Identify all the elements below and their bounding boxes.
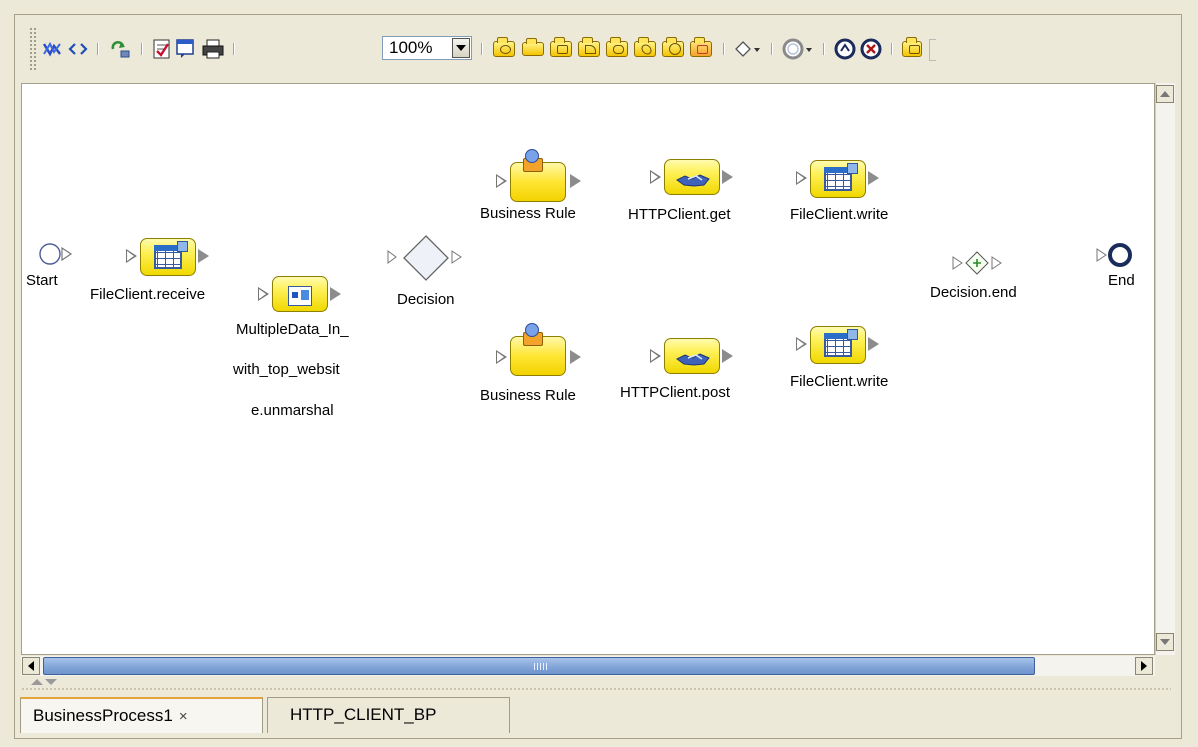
fileclient-write-bottom-label: FileClient.write bbox=[790, 373, 889, 390]
zoom-value: 100% bbox=[389, 38, 433, 57]
business-rule-bottom-label: Business Rule bbox=[480, 387, 576, 404]
httpclient-post-activity[interactable] bbox=[650, 337, 742, 377]
tab-label: HTTP_CLIENT_BP bbox=[290, 705, 437, 724]
start-label: Start bbox=[26, 272, 58, 289]
close-icon[interactable]: × bbox=[179, 708, 188, 725]
file-client-icon bbox=[824, 163, 858, 191]
horizontal-scroll-thumb[interactable] bbox=[43, 657, 1035, 675]
process-canvas[interactable]: Start FileClient.receive MultipleData_In… bbox=[21, 83, 1155, 655]
scroll-right-button[interactable] bbox=[1135, 657, 1153, 675]
tab-scroll-arrows-icon[interactable] bbox=[29, 677, 59, 687]
code-icon[interactable] bbox=[67, 38, 89, 60]
toolbar-separator bbox=[823, 43, 825, 55]
file-client-icon bbox=[154, 241, 188, 269]
assign-activity-icon[interactable] bbox=[520, 38, 546, 60]
httpclient-get-activity[interactable] bbox=[650, 158, 742, 198]
business-rule-icon bbox=[525, 149, 539, 163]
fileclient-write-top-label: FileClient.write bbox=[790, 206, 889, 223]
business-rule-icon bbox=[525, 323, 539, 337]
map-icon[interactable] bbox=[41, 38, 63, 60]
toolbar-separator bbox=[97, 43, 99, 55]
timer-activity-icon[interactable] bbox=[660, 37, 686, 60]
arrow-left-icon bbox=[28, 661, 34, 671]
tab-divider bbox=[21, 687, 1171, 691]
toolbar-separator bbox=[891, 43, 893, 55]
arrow-up-icon bbox=[1160, 91, 1170, 97]
unmarshal-label-line-3: e.unmarshal bbox=[251, 402, 334, 419]
business-process-editor: 100% Start FileClient.receive MultipleDa… bbox=[14, 14, 1182, 739]
httpclient-post-label: HTTPClient.post bbox=[620, 384, 731, 401]
arrow-down-icon bbox=[1160, 639, 1170, 645]
end-event[interactable] bbox=[1096, 242, 1136, 273]
scope-icon[interactable] bbox=[899, 37, 925, 60]
toolbar-overflow[interactable] bbox=[929, 39, 936, 61]
tab-label: BusinessProcess1 bbox=[33, 706, 173, 725]
fileclient-write-top-activity[interactable] bbox=[796, 158, 888, 200]
copy-activity-icon[interactable] bbox=[548, 37, 574, 60]
tab-businessprocess1[interactable]: BusinessProcess1 × bbox=[20, 697, 263, 733]
start-event[interactable] bbox=[38, 242, 78, 271]
handshake-icon bbox=[676, 174, 710, 187]
fileclient-write-bottom-activity[interactable] bbox=[796, 324, 888, 366]
unmarshal-label-line-2: with_top_websit bbox=[233, 361, 340, 378]
print-icon[interactable] bbox=[201, 38, 225, 60]
toolbar-separator bbox=[771, 43, 773, 55]
toolbar-separator bbox=[723, 43, 725, 55]
toolbar-separator bbox=[481, 43, 483, 55]
decision-end-label: Decision.end bbox=[930, 284, 1017, 301]
toolbar: 100% bbox=[15, 15, 1181, 83]
chevron-down-icon[interactable] bbox=[452, 38, 470, 58]
toolbar-separator bbox=[141, 43, 143, 55]
file-client-icon bbox=[824, 329, 858, 357]
receive-activity-icon[interactable] bbox=[491, 37, 517, 60]
decision-gateway[interactable] bbox=[386, 234, 482, 287]
note-icon[interactable] bbox=[175, 38, 197, 60]
fileclient-receive-activity[interactable] bbox=[126, 236, 218, 278]
unmarshal-icon bbox=[288, 286, 312, 306]
validate-icon[interactable] bbox=[151, 38, 173, 60]
unmarshal-activity[interactable] bbox=[258, 275, 350, 315]
refresh-icon[interactable] bbox=[107, 38, 133, 60]
scroll-down-button[interactable] bbox=[1156, 633, 1174, 651]
tab-http-client-bp[interactable]: HTTP_CLIENT_BP bbox=[267, 697, 510, 733]
reply-activity-icon[interactable] bbox=[576, 37, 602, 60]
empty-activity-icon[interactable] bbox=[632, 37, 658, 60]
business-rule-top-label: Business Rule bbox=[480, 205, 576, 222]
httpclient-get-label: HTTPClient.get bbox=[628, 206, 731, 223]
decision-label: Decision bbox=[397, 291, 455, 308]
decision-end-gateway[interactable] bbox=[952, 249, 1016, 282]
end-label: End bbox=[1108, 272, 1135, 289]
handshake-icon bbox=[676, 353, 710, 366]
horizontal-scrollbar[interactable] bbox=[21, 656, 1155, 676]
editor-tab-bar: BusinessProcess1 × HTTP_CLIENT_BP bbox=[15, 677, 1181, 738]
compensate-icon[interactable] bbox=[833, 38, 857, 60]
toolbar-grip[interactable] bbox=[29, 27, 37, 71]
fileclient-receive-label: FileClient.receive bbox=[90, 286, 206, 303]
vertical-scrollbar[interactable] bbox=[1155, 83, 1175, 655]
business-rule-top-activity[interactable] bbox=[496, 149, 596, 204]
toolbar-separator bbox=[233, 43, 235, 55]
arrow-right-icon bbox=[1141, 661, 1147, 671]
while-activity-icon[interactable] bbox=[604, 37, 630, 60]
scroll-left-button[interactable] bbox=[22, 657, 40, 675]
unmarshal-label-line-1: MultipleData_In_ bbox=[236, 321, 349, 338]
terminate-icon[interactable] bbox=[859, 38, 883, 60]
event-dropdown-icon[interactable] bbox=[781, 38, 815, 60]
decision-dropdown-icon[interactable] bbox=[733, 38, 763, 60]
scroll-up-button[interactable] bbox=[1156, 85, 1174, 103]
throw-activity-icon[interactable] bbox=[688, 37, 714, 60]
business-rule-bottom-activity[interactable] bbox=[496, 323, 596, 378]
zoom-select[interactable]: 100% bbox=[382, 36, 472, 60]
